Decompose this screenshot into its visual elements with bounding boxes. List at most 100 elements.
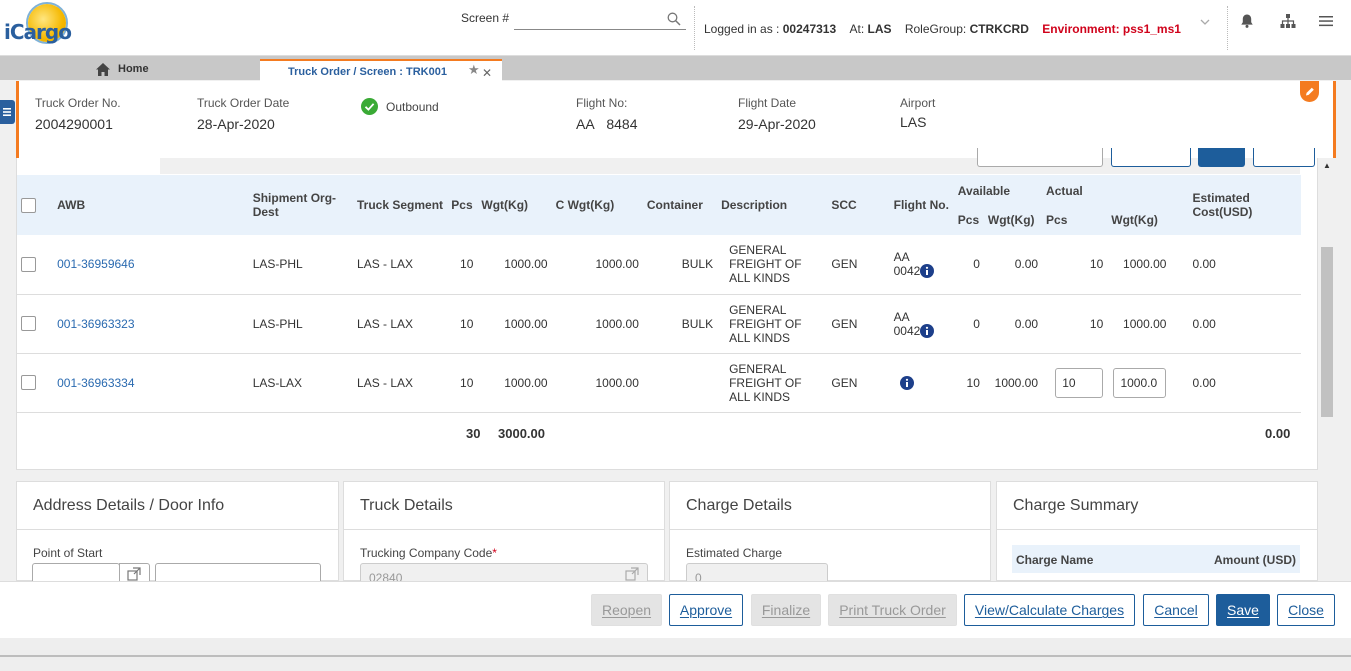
- tab-truck-order[interactable]: Truck Order / Screen : TRK001 ★ ✕: [260, 59, 502, 81]
- charge-summary-panel: Charge Summary Charge Name Amount (USD): [996, 481, 1318, 581]
- save-button[interactable]: Save: [1216, 594, 1270, 626]
- toolbar-button[interactable]: [977, 148, 1103, 167]
- col-available-wgt[interactable]: Wgt(Kg): [983, 205, 1043, 235]
- toolbar-button[interactable]: [1198, 148, 1245, 167]
- login-info: Logged in as : 00247313 At: LAS RoleGrou…: [704, 22, 1181, 36]
- estimated-charge-label: Estimated Charge: [686, 546, 783, 560]
- available-wgt-cell: 0.00: [983, 294, 1043, 354]
- address-details-panel: Address Details / Door Info Point of Sta…: [16, 481, 339, 587]
- col-flight-no[interactable]: Flight No.: [893, 175, 954, 235]
- actual-pcs-input[interactable]: [1055, 367, 1104, 398]
- actual-wgt-cell: 1000.00: [1107, 294, 1171, 354]
- col-pcs[interactable]: Pcs: [447, 175, 478, 235]
- check-circle-icon: [361, 98, 378, 115]
- col-available-pcs[interactable]: Pcs: [953, 205, 984, 235]
- info-icon[interactable]: [899, 375, 914, 390]
- flight-date: Flight Date 29-Apr-2020: [738, 96, 816, 132]
- flight-no: Flight No: AA 8484: [576, 96, 638, 132]
- pencil-icon: [1306, 87, 1314, 96]
- col-container[interactable]: Container: [642, 175, 718, 235]
- menu-icon[interactable]: [1318, 13, 1334, 29]
- col-estimated-cost[interactable]: Estimated Cost(USD): [1170, 175, 1301, 235]
- view-calculate-charges-button[interactable]: View/Calculate Charges: [964, 594, 1135, 626]
- vertical-scrollbar[interactable]: [1320, 165, 1334, 455]
- tab-home[interactable]: Home: [95, 59, 149, 79]
- row-checkbox[interactable]: [21, 375, 36, 391]
- charge-details-panel: Charge Details Estimated Charge 0: [669, 481, 991, 587]
- awb-link[interactable]: 001-36963323: [57, 317, 134, 331]
- wgt-cell: 1000.00: [477, 353, 552, 413]
- search-icon[interactable]: [667, 12, 681, 26]
- info-icon[interactable]: [919, 323, 934, 338]
- cancel-button[interactable]: Cancel: [1143, 594, 1209, 626]
- screen-number-input[interactable]: [514, 10, 686, 30]
- actual-wgt-input[interactable]: [1113, 367, 1167, 398]
- pcs-cell: 10: [447, 353, 478, 413]
- table-row[interactable]: 001-36959646 LAS-PHL LAS - LAX 10 1000.0…: [17, 235, 1301, 295]
- bell-icon[interactable]: [1239, 13, 1255, 29]
- available-pcs-cell: 10: [953, 353, 984, 413]
- available-wgt-cell: 0.00: [983, 235, 1043, 295]
- col-description[interactable]: Description: [717, 175, 816, 235]
- chevron-down-icon[interactable]: [1199, 16, 1211, 28]
- col-actual: Actual: [1042, 175, 1171, 205]
- container-cell: [642, 353, 718, 413]
- panel-title: Charge Details: [686, 497, 792, 514]
- col-shipment[interactable]: Shipment Org-Dest: [248, 175, 354, 235]
- select-all-checkbox[interactable]: [21, 197, 36, 213]
- col-awb[interactable]: AWB: [53, 175, 249, 235]
- container-cell: BULK: [642, 294, 718, 354]
- icargo-logo[interactable]: iCargo: [2, 2, 72, 50]
- info-icon[interactable]: [919, 264, 934, 279]
- col-amount: Amount (USD): [1214, 553, 1296, 567]
- separator: [1227, 6, 1228, 50]
- separator: [694, 6, 695, 50]
- table-row[interactable]: 001-36963334 LAS-LAX LAS - LAX 10 1000.0…: [17, 353, 1301, 413]
- rolegroup: CTRKCRD: [969, 22, 1029, 36]
- airport: Airport LAS: [900, 96, 936, 130]
- total-cost: 0.00: [1265, 426, 1291, 441]
- panel-title: Truck Details: [360, 497, 453, 514]
- col-scc[interactable]: SCC: [815, 175, 894, 235]
- segment-cell: LAS - LAX: [353, 353, 448, 413]
- col-cwgt[interactable]: C Wgt(Kg): [551, 175, 643, 235]
- table-row[interactable]: 001-36963323 LAS-PHL LAS - LAX 10 1000.0…: [17, 294, 1301, 354]
- shipment-cell: LAS-PHL: [248, 235, 354, 295]
- sitemap-icon[interactable]: [1280, 13, 1296, 29]
- top-bar: iCargo Screen # Logged in as : 00247313 …: [0, 0, 1351, 56]
- home-icon: [96, 62, 110, 76]
- scc-cell: GEN: [815, 235, 894, 295]
- total-pcs: 30: [466, 426, 481, 441]
- awb-link[interactable]: 001-36963334: [57, 376, 134, 390]
- pcs-cell: 10: [447, 294, 478, 354]
- close-tab-icon[interactable]: ✕: [482, 66, 492, 80]
- col-actual-pcs[interactable]: Pcs: [1042, 205, 1108, 235]
- wgt-cell: 1000.00: [477, 235, 552, 295]
- col-actual-wgt[interactable]: Wgt(Kg): [1107, 205, 1171, 235]
- cost-cell: 0.00: [1170, 294, 1301, 354]
- reopen-button[interactable]: Reopen: [591, 594, 662, 626]
- close-button[interactable]: Close: [1277, 594, 1335, 626]
- row-checkbox[interactable]: [21, 316, 36, 332]
- edit-button[interactable]: [1300, 81, 1319, 102]
- approve-button[interactable]: Approve: [669, 594, 743, 626]
- awb-link[interactable]: 001-36959646: [57, 257, 134, 271]
- tab-bar: [0, 56, 1351, 80]
- station: LAS: [867, 22, 892, 36]
- lookup-icon[interactable]: [127, 567, 141, 581]
- finalize-button[interactable]: Finalize: [751, 594, 821, 626]
- print-truck-order-button[interactable]: Print Truck Order: [828, 594, 957, 626]
- col-truck-segment[interactable]: Truck Segment: [353, 175, 448, 235]
- favorite-star-icon[interactable]: ★: [468, 62, 480, 78]
- lookup-icon[interactable]: [625, 567, 639, 581]
- panel-title: Address Details / Door Info: [33, 497, 225, 514]
- toolbar-button[interactable]: [1253, 148, 1315, 167]
- side-menu-toggle[interactable]: [0, 100, 15, 124]
- flight-cell: AA 0042: [893, 250, 921, 279]
- toolbar-button[interactable]: [1111, 148, 1191, 167]
- row-checkbox[interactable]: [21, 256, 36, 272]
- charge-summary-header: Charge Name Amount (USD): [1012, 545, 1300, 573]
- col-wgt[interactable]: Wgt(Kg): [477, 175, 552, 235]
- truck-order-header: Truck Order No. 2004290001 Truck Order D…: [16, 81, 1336, 158]
- scc-cell: GEN: [815, 294, 894, 354]
